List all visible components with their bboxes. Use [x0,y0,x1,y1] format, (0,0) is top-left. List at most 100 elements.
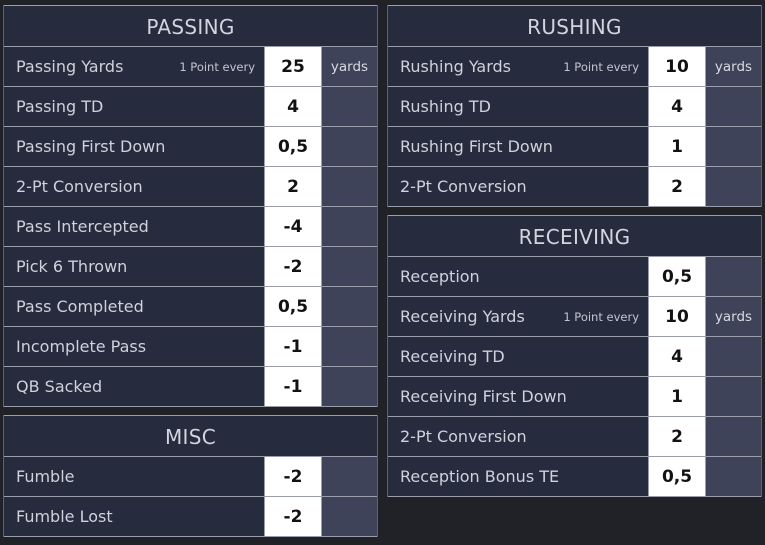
points-value-input-rushing-yards[interactable]: 10 [649,47,706,86]
scoring-rows: Fumble -2 Fumble Lost -2 [4,457,377,537]
stat-label: 2-Pt Conversion [16,177,143,196]
scoring-row: QB Sacked -1 [4,367,377,407]
row-label-cell-pick-6-thrown: Pick 6 Thrown [4,247,265,286]
section-card-misc: MISC Fumble -2 Fumble Lost -2 [3,415,378,537]
scoring-row: Pick 6 Thrown -2 [4,247,377,287]
row-label-cell-receiving-td: Receiving TD [388,337,649,376]
unit-cell: yards [706,297,761,336]
right-column: RUSHING Rushing Yards 1 Point every 10 yards… [387,5,762,541]
stat-label: Pass Completed [16,297,144,316]
points-value-input-passing-yards[interactable]: 25 [265,47,322,86]
stat-label: Fumble [16,467,75,486]
unit-cell [706,457,761,496]
scoring-row: Rushing TD 4 [388,87,761,127]
scoring-row: 2-Pt Conversion 2 [388,417,761,457]
unit-cell [706,417,761,456]
scoring-row: 2-Pt Conversion 2 [4,167,377,207]
unit-cell [322,497,377,536]
row-label-cell-pass-intercepted: Pass Intercepted [4,207,265,246]
unit-cell [322,87,377,126]
row-label-cell-qb-sacked: QB Sacked [4,367,265,406]
unit-cell: yards [322,47,377,86]
points-value-input-qb-sacked[interactable]: -1 [265,367,322,406]
stat-label: Receiving First Down [400,387,567,406]
stat-label: Reception Bonus TE [400,467,560,486]
section-title-rushing: RUSHING [388,5,761,47]
unit-cell [322,247,377,286]
stat-label: Rushing TD [400,97,491,116]
scoring-row: Reception 0,5 [388,257,761,297]
points-value-input-rushing-td[interactable]: 4 [649,87,706,126]
section-title-misc: MISC [4,415,377,457]
unit-cell [322,287,377,326]
points-value-input-pass-completed[interactable]: 0,5 [265,287,322,326]
points-value-input-2-pt-conversion[interactable]: 2 [649,167,706,206]
stat-label: QB Sacked [16,377,103,396]
unit-cell [706,167,761,206]
row-label-cell-reception-bonus-te: Reception Bonus TE [388,457,649,496]
unit-cell [706,127,761,166]
stat-label: Receiving TD [400,347,505,366]
row-label-cell-passing-first-down: Passing First Down [4,127,265,166]
section-card-passing: PASSING Passing Yards 1 Point every 25 yards… [3,5,378,407]
points-value-input-receiving-first-down[interactable]: 1 [649,377,706,416]
stat-label: Receiving Yards [400,307,525,326]
points-value-input-passing-first-down[interactable]: 0,5 [265,127,322,166]
row-label-cell-rushing-td: Rushing TD [388,87,649,126]
unit-cell [322,367,377,406]
row-label-cell-2-pt-conversion: 2-Pt Conversion [388,417,649,456]
section-title-receiving: RECEIVING [388,215,761,257]
points-value-input-fumble-lost[interactable]: -2 [265,497,322,536]
stat-label: Pass Intercepted [16,217,149,236]
scoring-row: Fumble -2 [4,457,377,497]
rate-hint-text: 1 Point every [563,59,639,74]
scoring-row: Receiving TD 4 [388,337,761,377]
scoring-row: Fumble Lost -2 [4,497,377,537]
scoring-row: Incomplete Pass -1 [4,327,377,367]
unit-cell [706,87,761,126]
unit-cell [706,337,761,376]
section-card-rushing: RUSHING Rushing Yards 1 Point every 10 yards… [387,5,762,207]
points-value-input-2-pt-conversion[interactable]: 2 [649,417,706,456]
points-value-input-passing-td[interactable]: 4 [265,87,322,126]
stat-label: Incomplete Pass [16,337,147,356]
stat-label: Reception [400,267,480,286]
points-value-input-reception-bonus-te[interactable]: 0,5 [649,457,706,496]
rate-hint-text: 1 Point every [563,309,639,324]
column-filler [387,505,762,541]
points-value-input-rushing-first-down[interactable]: 1 [649,127,706,166]
scoring-row: Passing TD 4 [4,87,377,127]
points-value-input-pass-intercepted[interactable]: -4 [265,207,322,246]
scoring-row: Pass Completed 0,5 [4,287,377,327]
section-card-receiving: RECEIVING Reception 0,5 Receiving Yards 1 Po… [387,215,762,497]
row-label-cell-passing-td: Passing TD [4,87,265,126]
row-label-cell-rushing-first-down: Rushing First Down [388,127,649,166]
row-label-cell-2-pt-conversion: 2-Pt Conversion [4,167,265,206]
row-label-cell-fumble-lost: Fumble Lost [4,497,265,536]
row-label-cell-passing-yards: Passing Yards 1 Point every [4,47,265,86]
scoring-row: Receiving First Down 1 [388,377,761,417]
left-column: PASSING Passing Yards 1 Point every 25 yards… [3,5,378,541]
rate-hint-text: 1 Point every [179,59,255,74]
stat-label: Passing Yards [16,57,124,76]
points-value-input-incomplete-pass[interactable]: -1 [265,327,322,366]
points-value-input-pick-6-thrown[interactable]: -2 [265,247,322,286]
stat-label: 2-Pt Conversion [400,427,527,446]
row-label-cell-reception: Reception [388,257,649,296]
unit-cell [322,127,377,166]
section-title-passing: PASSING [4,5,377,47]
unit-cell [322,457,377,496]
row-label-cell-rushing-yards: Rushing Yards 1 Point every [388,47,649,86]
stat-label: Fumble Lost [16,507,113,526]
points-value-input-reception[interactable]: 0,5 [649,257,706,296]
row-label-cell-receiving-yards: Receiving Yards 1 Point every [388,297,649,336]
points-value-input-2-pt-conversion[interactable]: 2 [265,167,322,206]
points-value-input-fumble[interactable]: -2 [265,457,322,496]
points-value-input-receiving-td[interactable]: 4 [649,337,706,376]
points-value-input-receiving-yards[interactable]: 10 [649,297,706,336]
scoring-rows: Reception 0,5 Receiving Yards 1 Point every… [388,257,761,497]
row-label-cell-2-pt-conversion: 2-Pt Conversion [388,167,649,206]
unit-cell: yards [706,47,761,86]
stat-label: 2-Pt Conversion [400,177,527,196]
unit-cell [706,377,761,416]
